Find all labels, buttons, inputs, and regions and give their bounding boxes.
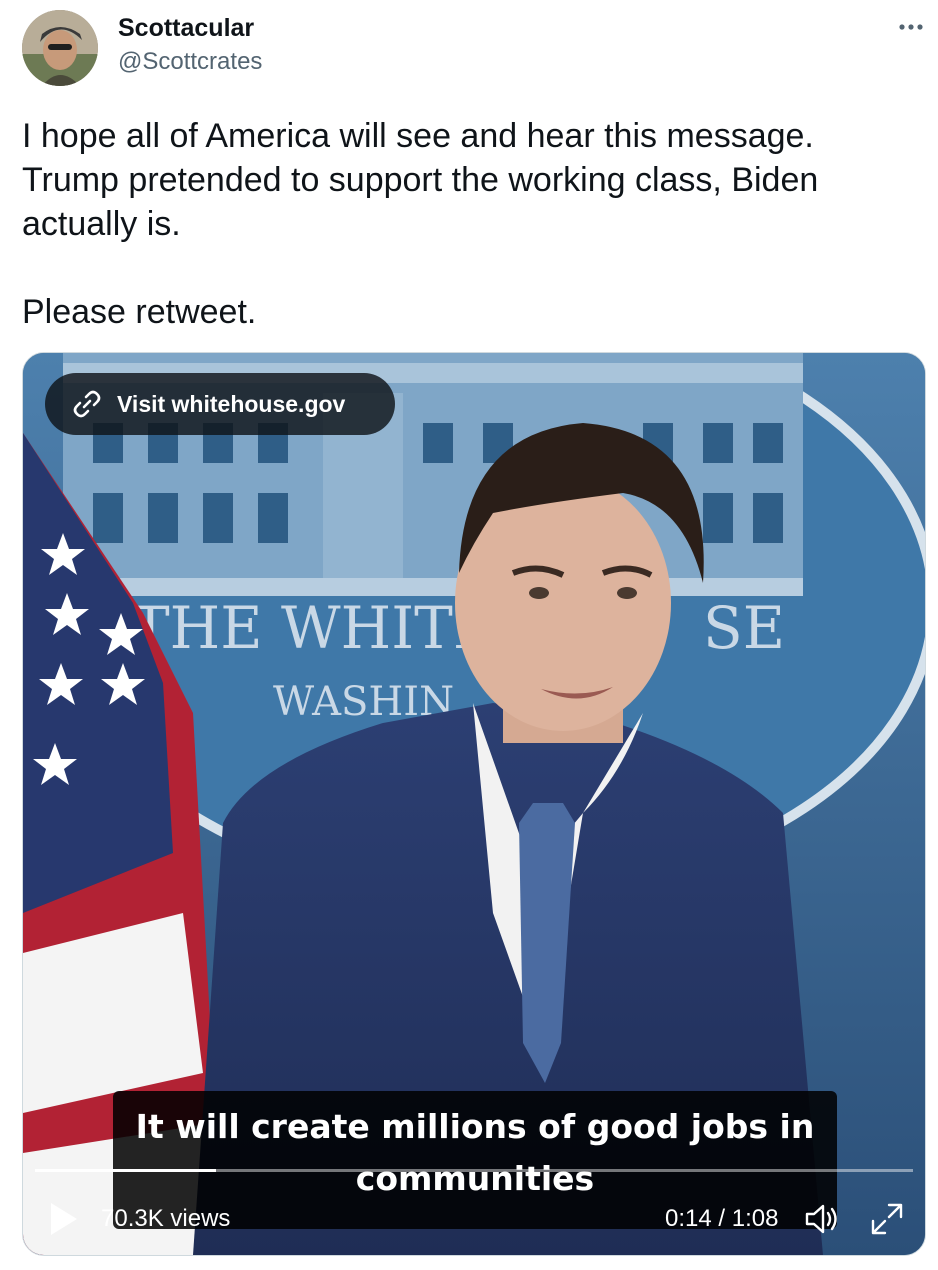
video-controls: 70.3K views 0:14 / 1:08 <box>23 1191 925 1251</box>
play-button[interactable] <box>47 1201 79 1237</box>
tweet-text-cta: Please retweet. <box>22 293 257 331</box>
fullscreen-icon <box>871 1203 903 1235</box>
video-progress-fill <box>35 1169 216 1172</box>
link-icon <box>73 390 101 418</box>
user-avatar-icon <box>22 10 98 86</box>
video-player[interactable]: THE WHITE SE WASHIN Visit whitehouse.gov… <box>22 352 926 1256</box>
video-time: 0:14 / 1:08 <box>665 1205 779 1232</box>
caption-line: It will create millions of good jobs in <box>135 1107 815 1146</box>
fullscreen-button[interactable] <box>867 1199 907 1239</box>
volume-button[interactable] <box>803 1199 843 1239</box>
video-progress-bar[interactable] <box>35 1169 913 1172</box>
backdrop-lettering: THE WHITE <box>131 594 495 662</box>
tweet-text-line: actually is. <box>22 205 181 243</box>
tweet-text-line: Trump pretended to support the working c… <box>22 161 819 199</box>
backdrop-lettering: SE <box>703 594 785 662</box>
author-handle[interactable]: @Scottcrates <box>118 48 262 76</box>
view-count: 70.3K views <box>101 1205 231 1232</box>
more-options-button[interactable] <box>894 12 928 42</box>
author-avatar[interactable] <box>22 10 98 86</box>
tweet-text: I hope all of America will see and hear … <box>22 114 922 334</box>
visit-link-label: Visit whitehouse.gov <box>117 390 346 417</box>
play-icon <box>51 1203 77 1235</box>
volume-icon <box>805 1204 837 1234</box>
visit-link-button[interactable]: Visit whitehouse.gov <box>45 373 395 435</box>
tweet-text-line: I hope all of America will see and hear … <box>22 117 814 155</box>
more-icon <box>899 24 923 30</box>
author-display-name[interactable]: Scottacular <box>118 14 254 43</box>
